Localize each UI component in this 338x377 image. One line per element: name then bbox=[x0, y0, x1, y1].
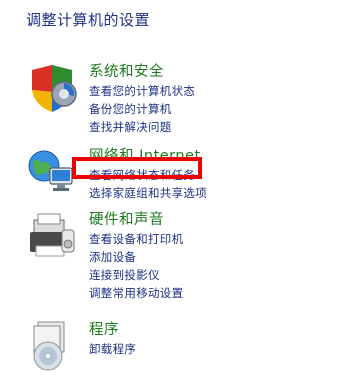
category-title-hardware-sound[interactable]: 硬件和声音 bbox=[89, 210, 183, 230]
category-title-system-security[interactable]: 系统和安全 bbox=[89, 62, 195, 82]
link-view-network-status[interactable]: 查看网络状态和任务 bbox=[89, 166, 207, 184]
link-view-devices-printers[interactable]: 查看设备和打印机 bbox=[89, 230, 183, 248]
category-title-network-internet[interactable]: 网络和 Internet bbox=[89, 146, 207, 166]
network-globe-icon[interactable] bbox=[26, 146, 78, 198]
category-title-programs[interactable]: 程序 bbox=[89, 320, 136, 340]
link-backup-computer[interactable]: 备份您的计算机 bbox=[89, 100, 195, 118]
shield-icon[interactable] bbox=[26, 62, 78, 114]
link-homegroup-sharing[interactable]: 选择家庭组和共享选项 bbox=[89, 184, 207, 202]
link-add-device[interactable]: 添加设备 bbox=[89, 248, 183, 266]
printer-icon[interactable] bbox=[26, 210, 78, 262]
programs-disc-icon[interactable] bbox=[26, 320, 78, 372]
link-adjust-mobility-settings[interactable]: 调整常用移动设置 bbox=[89, 284, 183, 302]
link-view-computer-status[interactable]: 查看您的计算机状态 bbox=[89, 82, 195, 100]
link-find-fix-problems[interactable]: 查找并解决问题 bbox=[89, 118, 195, 136]
page-title: 调整计算机的设置 bbox=[26, 11, 151, 29]
link-connect-projector[interactable]: 连接到投影仪 bbox=[89, 266, 183, 284]
link-uninstall-program[interactable]: 卸载程序 bbox=[89, 340, 136, 358]
